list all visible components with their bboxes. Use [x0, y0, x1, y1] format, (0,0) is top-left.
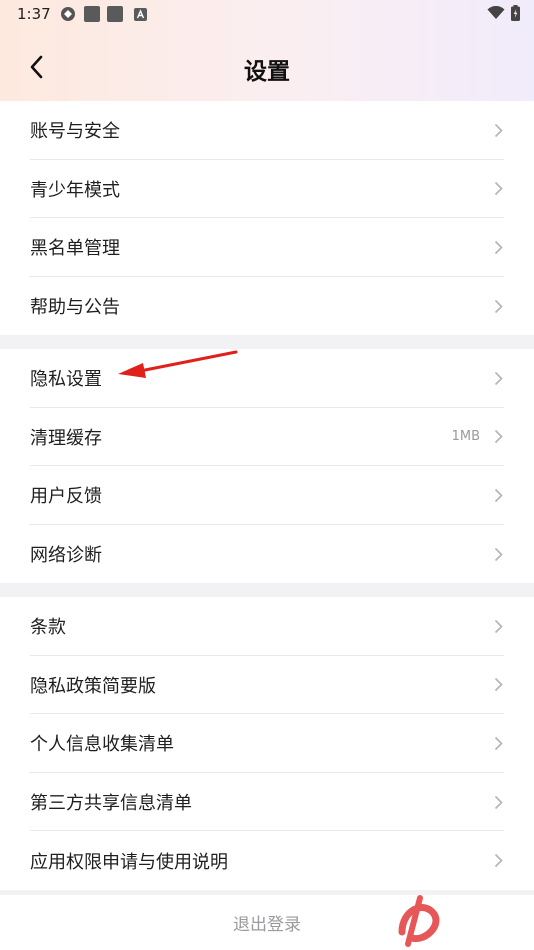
- settings-item-label: 条款: [30, 617, 66, 639]
- settings-item-label: 网络诊断: [30, 545, 102, 567]
- settings-item-personal-info-list[interactable]: 个人信息收集清单: [0, 714, 534, 773]
- status-time: 1:37: [17, 5, 51, 23]
- chevron-right-icon: [494, 299, 503, 313]
- chevron-right-icon: [494, 430, 503, 444]
- settings-item-account-security[interactable]: 账号与安全: [0, 101, 534, 160]
- sync-icon: [61, 7, 75, 21]
- settings-item-third-party-sharing[interactable]: 第三方共享信息清单: [0, 773, 534, 832]
- settings-item-label: 青少年模式: [30, 179, 120, 201]
- cache-size-value: 1MB: [451, 429, 480, 445]
- settings-item-privacy[interactable]: 隐私设置: [0, 349, 534, 408]
- settings-item-privacy-policy-summary[interactable]: 隐私政策简要版: [0, 656, 534, 715]
- chevron-right-icon: [494, 678, 503, 692]
- settings-item-label: 清理缓存: [30, 427, 102, 449]
- chevron-right-icon: [494, 371, 503, 385]
- settings-item-label: 第三方共享信息清单: [30, 793, 192, 815]
- wifi-icon: [487, 6, 505, 19]
- settings-group-legal: 条款 隐私政策简要版 个人信息收集清单 第三方共享信息清单 应用权限申请与使用说…: [0, 597, 534, 890]
- settings-group-privacy: 隐私设置 清理缓存 1MB 用户反馈 网络诊断: [0, 349, 534, 584]
- settings-item-label: 帮助与公告: [30, 297, 120, 319]
- settings-item-label: 隐私政策简要版: [30, 675, 156, 697]
- settings-item-terms[interactable]: 条款: [0, 597, 534, 656]
- chevron-right-icon: [494, 854, 503, 868]
- chevron-right-icon: [494, 182, 503, 196]
- logout-button[interactable]: 退出登录: [0, 895, 534, 950]
- chevron-right-icon: [494, 736, 503, 751]
- settings-item-label: 隐私设置: [30, 369, 102, 391]
- chevron-right-icon: [494, 795, 503, 809]
- chevron-right-icon: [494, 619, 503, 633]
- settings-item-label: 用户反馈: [30, 486, 102, 508]
- notification-icon: [84, 6, 100, 22]
- battery-icon: [511, 5, 520, 21]
- settings-item-label: 个人信息收集清单: [30, 734, 174, 756]
- settings-item-permissions[interactable]: 应用权限申请与使用说明: [0, 831, 534, 890]
- logout-label: 退出登录: [233, 915, 301, 935]
- notification-icon: [107, 6, 123, 22]
- settings-item-teen-mode[interactable]: 青少年模式: [0, 160, 534, 219]
- chevron-right-icon: [494, 123, 503, 137]
- chevron-right-icon: [494, 488, 503, 503]
- settings-item-label: 应用权限申请与使用说明: [30, 851, 228, 873]
- app-notification-icon: [134, 8, 147, 21]
- settings-item-label: 账号与安全: [30, 121, 120, 143]
- settings-group-account: 账号与安全 青少年模式 黑名单管理 帮助与公告: [0, 101, 534, 336]
- chevron-right-icon: [494, 240, 503, 255]
- status-bar: 1:37: [0, 0, 534, 28]
- settings-item-help[interactable]: 帮助与公告: [0, 277, 534, 336]
- settings-item-feedback[interactable]: 用户反馈: [0, 466, 534, 525]
- header: 1:37 设置: [0, 0, 534, 101]
- settings-item-clear-cache[interactable]: 清理缓存 1MB: [0, 408, 534, 467]
- settings-item-network-diagnosis[interactable]: 网络诊断: [0, 525, 534, 584]
- settings-item-blacklist[interactable]: 黑名单管理: [0, 218, 534, 277]
- chevron-right-icon: [494, 547, 503, 561]
- settings-item-label: 黑名单管理: [30, 238, 120, 260]
- page-title: 设置: [244, 59, 290, 85]
